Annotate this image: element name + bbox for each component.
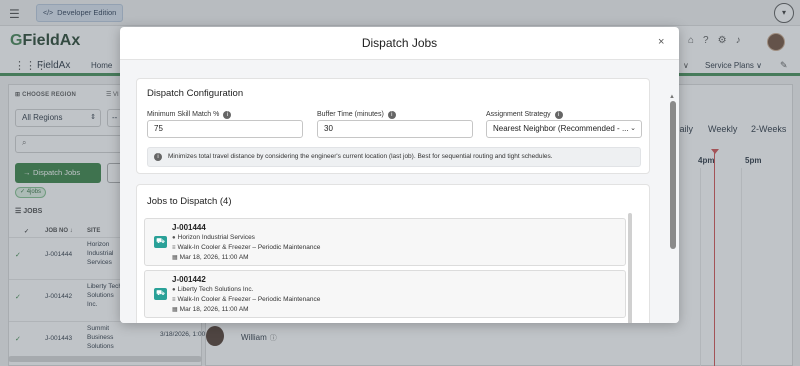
- job-date: ▦ Mar 18, 2026, 11:00 AM: [172, 254, 249, 261]
- job-service: ≡ Walk-In Cooler & Freezer – Periodic Mai…: [172, 296, 321, 303]
- list-icon: ≡: [172, 297, 176, 303]
- job-id: J-001444: [172, 223, 206, 232]
- info-icon[interactable]: i: [387, 111, 396, 119]
- config-title: Dispatch Configuration: [147, 88, 244, 99]
- job-id: J-001442: [172, 275, 206, 284]
- strategy-info-note: i Minimizes total travel distance by cons…: [147, 147, 641, 167]
- job-company: ● Horizon Industrial Services: [172, 234, 255, 241]
- modal-body: Dispatch Configuration Minimum Skill Mat…: [120, 60, 679, 323]
- modal-header: Dispatch Jobs ×: [120, 27, 679, 60]
- skill-label: Minimum Skill Match % i: [147, 111, 232, 119]
- dispatch-configuration-card: Dispatch Configuration Minimum Skill Mat…: [136, 78, 650, 174]
- chevron-down-icon: ⌄: [630, 125, 636, 132]
- jobs-to-dispatch-card: Jobs to Dispatch (4) ⛟ J-001444 ● Horizon…: [136, 184, 650, 323]
- strategy-label: Assignment Strategy i: [486, 111, 563, 119]
- assignment-strategy-select[interactable]: Nearest Neighbor (Recommended - ... ⌄: [486, 120, 642, 138]
- close-icon[interactable]: ×: [658, 36, 664, 48]
- person-icon: ●: [172, 287, 176, 293]
- jobs-title: Jobs to Dispatch (4): [147, 196, 232, 207]
- buffer-label: Buffer Time (minutes) i: [317, 111, 396, 119]
- info-icon[interactable]: i: [554, 111, 563, 119]
- modal-title: Dispatch Jobs: [361, 36, 438, 50]
- calendar-icon: ▦: [172, 255, 178, 261]
- min-skill-input[interactable]: 75: [147, 120, 303, 138]
- job-service: ≡ Walk-In Cooler & Freezer – Periodic Mai…: [172, 244, 321, 251]
- calendar-icon: ▦: [172, 307, 178, 313]
- info-icon: i: [154, 153, 162, 161]
- modal-scrollbar[interactable]: [670, 101, 676, 249]
- truck-icon: ⛟: [154, 288, 167, 300]
- person-icon: ●: [172, 235, 176, 241]
- truck-icon: ⛟: [154, 236, 167, 248]
- list-item[interactable]: ⛟ J-001444 ● Horizon Industrial Services …: [144, 218, 626, 266]
- info-icon[interactable]: i: [223, 111, 232, 119]
- list-item[interactable]: ⛟ J-001442 ● Liberty Tech Solutions Inc. …: [144, 270, 626, 318]
- job-date: ▦ Mar 18, 2026, 11:00 AM: [172, 306, 249, 313]
- jobs-list-scrollbar[interactable]: [628, 213, 632, 323]
- buffer-time-input[interactable]: 30: [317, 120, 473, 138]
- job-company: ● Liberty Tech Solutions Inc.: [172, 286, 254, 293]
- list-icon: ≡: [172, 245, 176, 251]
- scroll-up-icon[interactable]: ▲: [669, 94, 675, 100]
- dispatch-jobs-modal: Dispatch Jobs × Dispatch Configuration M…: [120, 27, 679, 323]
